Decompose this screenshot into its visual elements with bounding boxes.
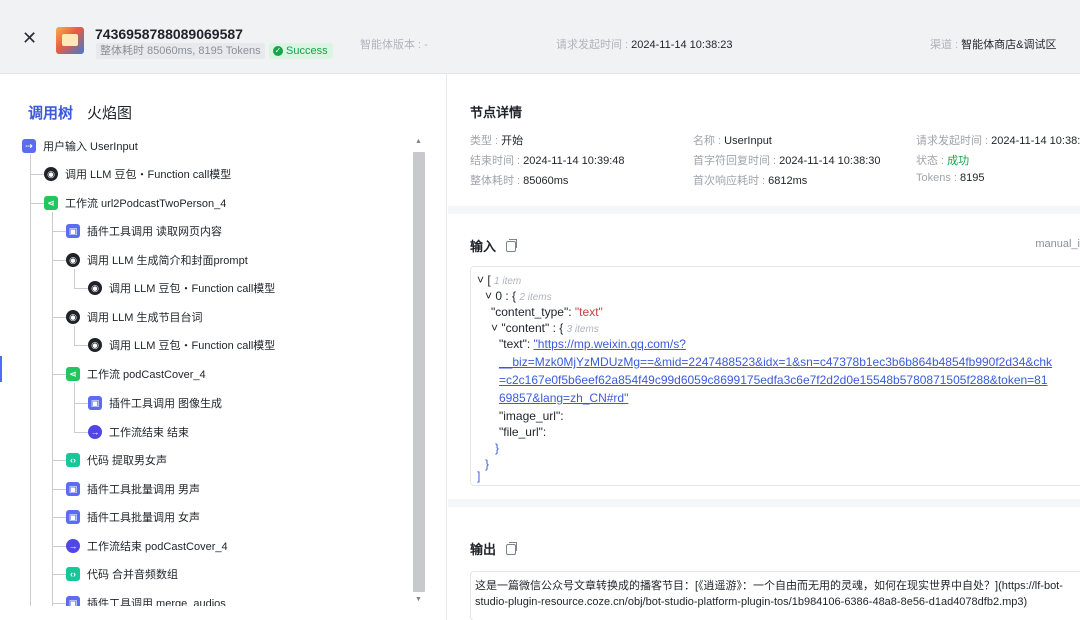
record-meta: 整体耗时 85060ms, 8195 Tokens [96, 43, 265, 59]
detail-state: 状态 : 成功 [916, 155, 970, 167]
plugin-icon: ▣ [66, 596, 80, 606]
tree-node[interactable]: ▣ 插件工具调用 读取网页内容 [66, 221, 222, 241]
view-tabs: 调用树 火焰图 [28, 102, 132, 123]
workflow-end-icon: → [88, 425, 102, 439]
detail-first-response: 首次响应耗时 : 6812ms [693, 175, 808, 187]
tree-node[interactable]: ⋖ 工作流 podCastCover_4 [66, 364, 206, 384]
json-viewer: ˅ [ 1 item ˅ 0 : { 2 items "content_type… [470, 266, 1080, 486]
request-time: 请求发起时间 : 2024-11-14 10:38:23 [556, 39, 733, 51]
input-section: 输入 manual_i ˅ [ 1 item ˅ 0 : { 2 items "… [448, 214, 1080, 499]
tree-node[interactable]: ◉ 调用 LLM 生成简介和封面prompt [66, 250, 248, 270]
detail-request-time: 请求发起时间 : 2024-11-14 10:38:2 [916, 135, 1080, 147]
tree-node[interactable]: → 工作流结束 podCastCover_4 [66, 536, 228, 556]
tree-node[interactable]: ‹› 代码 合并音频数组 [66, 564, 178, 584]
copy-icon[interactable] [506, 542, 518, 555]
plugin-icon: ▣ [66, 510, 80, 524]
user-input-icon: ⇢ [22, 139, 36, 153]
tab-call-tree[interactable]: 调用树 [28, 102, 73, 123]
trace-header: ✕ 7436958788089069587 整体耗时 85060ms, 8195… [0, 0, 1080, 74]
tab-flame-graph[interactable]: 火焰图 [87, 102, 132, 123]
workflow-icon: ⋖ [66, 367, 80, 381]
input-tag: manual_i [1035, 238, 1080, 250]
scroll-up-icon[interactable]: ▲ [415, 138, 422, 145]
section-title: 节点详情 [470, 105, 523, 120]
detail-tokens: Tokens : 8195 [916, 172, 985, 184]
tree-node[interactable]: ▣ 插件工具批量调用 男声 [66, 479, 200, 499]
detail-name: 名称 : UserInput [693, 135, 772, 147]
tree-node[interactable]: ◉ 调用 LLM 豆包・Function call模型 [88, 335, 275, 355]
detail-end-time: 结束时间 : 2024-11-14 10:39:48 [470, 155, 625, 167]
code-icon: ‹› [66, 567, 80, 581]
tree-node[interactable]: ▣ 插件工具批量调用 女声 [66, 507, 200, 527]
workflow-icon: ⋖ [44, 196, 58, 210]
tree-node[interactable]: ‹› 代码 提取男女声 [66, 450, 167, 470]
llm-icon: ◉ [88, 338, 102, 352]
tree-node[interactable]: ◉ 调用 LLM 豆包・Function call模型 [88, 278, 275, 298]
plugin-icon: ▣ [66, 482, 80, 496]
chevron-down-icon: ˅ [491, 321, 499, 335]
detail-first-char-time: 首字符回复时间 : 2024-11-14 10:38:30 [693, 155, 881, 167]
llm-icon: ◉ [44, 167, 58, 181]
check-icon: ✓ [273, 46, 283, 56]
tree-node[interactable]: ⇢ 用户输入 UserInput [22, 136, 138, 156]
agent-version: 智能体版本 : - [360, 39, 428, 51]
record-id: 7436958788089069587 [95, 26, 243, 42]
detail-panel: 节点详情 类型 : 开始 名称 : UserInput 请求发起时间 : 202… [448, 74, 1080, 620]
call-tree: ⇢ 用户输入 UserInput ◉ 调用 LLM 豆包・Function ca… [0, 136, 412, 606]
detail-type: 类型 : 开始 [470, 135, 524, 147]
detail-total-time: 整体耗时 : 85060ms [470, 175, 569, 187]
output-title: 输出 [470, 539, 518, 558]
chevron-down-icon: ˅ [477, 273, 485, 287]
tree-scrollbar[interactable]: ▲ ▼ [412, 136, 426, 606]
llm-icon: ◉ [66, 310, 80, 324]
tree-node[interactable]: ◉ 调用 LLM 生成节目台词 [66, 307, 203, 327]
tree-node[interactable]: ▣ 插件工具调用 merge_audios [66, 593, 226, 606]
node-detail-section: 节点详情 类型 : 开始 名称 : UserInput 请求发起时间 : 202… [448, 74, 1080, 206]
tree-node[interactable]: ▣ 插件工具调用 图像生成 [88, 393, 222, 413]
status-badge: ✓ Success [269, 43, 333, 59]
tree-node[interactable]: → 工作流结束 结束 [88, 422, 189, 442]
tree-node[interactable]: ◉ 调用 LLM 豆包・Function call模型 [44, 164, 231, 184]
tree-node[interactable]: ⋖ 工作流 url2PodcastTwoPerson_4 [44, 193, 226, 213]
plugin-icon: ▣ [66, 224, 80, 238]
input-title: 输入 [470, 236, 518, 255]
agent-avatar [56, 27, 84, 54]
output-text: 这是一篇微信公众号文章转换成的播客节目：[《逍遥游》：一个自由而无用的灵魂，如何… [470, 571, 1080, 620]
channel: 渠道 : 智能体商店&调试区 [930, 39, 1057, 51]
chevron-down-icon: ˅ [485, 289, 493, 303]
text-url-link[interactable]: "https://mp.weixin.qq.com/s? [534, 337, 686, 351]
output-section: 输出 这是一篇微信公众号文章转换成的播客节目：[《逍遥游》：一个自由而无用的灵魂… [448, 507, 1080, 620]
llm-icon: ◉ [88, 281, 102, 295]
scroll-down-icon[interactable]: ▼ [415, 596, 422, 603]
workflow-end-icon: → [66, 539, 80, 553]
plugin-icon: ▣ [88, 396, 102, 410]
code-icon: ‹› [66, 453, 80, 467]
copy-icon[interactable] [506, 239, 518, 252]
status-text: Success [286, 45, 328, 57]
close-icon[interactable]: ✕ [22, 29, 37, 47]
call-tree-panel: 调用树 火焰图 ⇢ 用户输入 UserInput ◉ 调用 LLM 豆包・Fun… [0, 74, 447, 620]
llm-icon: ◉ [66, 253, 80, 267]
scroll-thumb[interactable] [413, 152, 425, 592]
